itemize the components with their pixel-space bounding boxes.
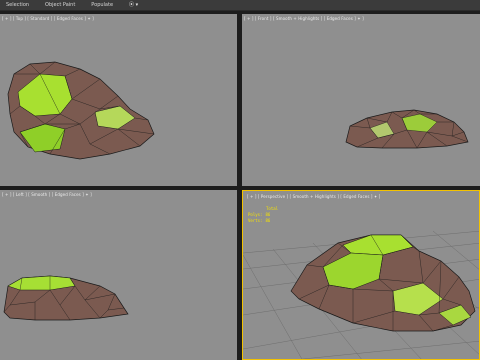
- ribbon-bar: Selection Object Paint Populate ⦿ ▾: [0, 0, 480, 11]
- viewport-perspective[interactable]: [ + ] [ Perspective ] [ Smooth + Highlig…: [242, 190, 480, 360]
- rock-mesh-front: [345, 109, 469, 149]
- rock-mesh-perspective: [243, 230, 479, 359]
- rock-mesh-left: [3, 275, 129, 321]
- viewport-top[interactable]: [ + ] [ Top ] [ Standard ] [ Edged Faces…: [0, 14, 237, 186]
- viewport-left[interactable]: [ + ] [ Left ] [ Smooth ] [ Edged Faces …: [0, 190, 237, 360]
- ribbon-options-icon[interactable]: ⦿ ▾: [125, 0, 142, 11]
- rock-mesh-top: [7, 61, 155, 160]
- viewport-front[interactable]: [ + ] [ Front ] [ Smooth + Highlights ] …: [242, 14, 480, 186]
- tab-populate[interactable]: Populate: [87, 0, 125, 11]
- tab-object-paint[interactable]: Object Paint: [41, 0, 87, 11]
- tab-selection[interactable]: Selection: [0, 0, 41, 11]
